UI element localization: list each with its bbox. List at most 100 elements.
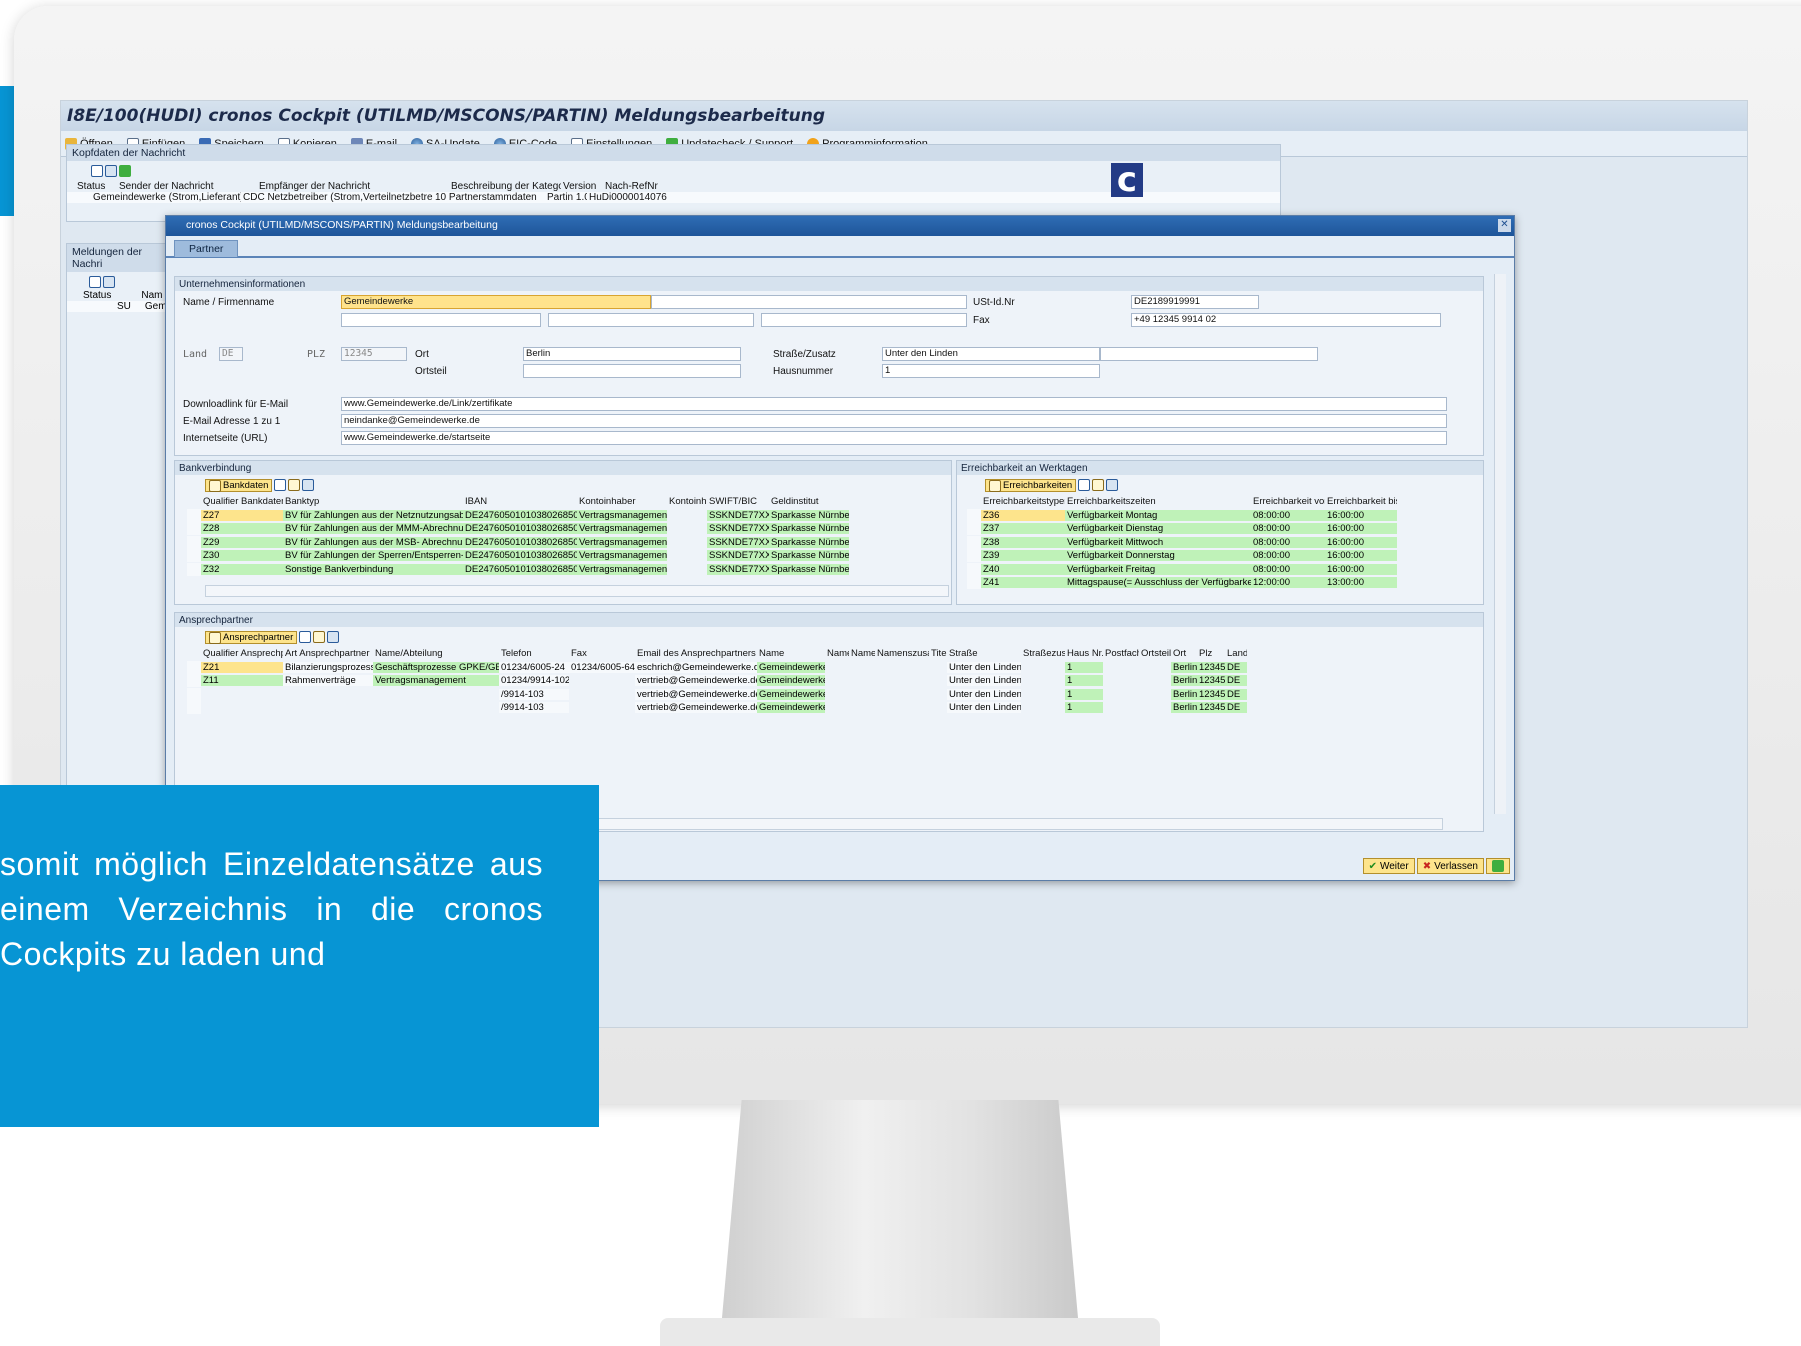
name-line-2[interactable] <box>341 313 541 327</box>
kopf-col-header: Empfänger der Nachricht <box>259 181 371 192</box>
bank-hscroll[interactable] <box>205 585 949 597</box>
table-cell: Z21 <box>201 661 283 673</box>
row-selector[interactable] <box>187 701 201 715</box>
callout-text: somit möglich Einzeldatensätze aus einem… <box>0 846 543 972</box>
table-row[interactable]: Z39 Verfügbarkeit Donnerstag 08:00:00 16:00… <box>967 549 1477 563</box>
name-input-2[interactable] <box>651 295 967 309</box>
row-selector[interactable] <box>967 535 981 549</box>
bank-table: Qualifier Bankdaten Banktyp IBAN Kontoinhab… <box>187 495 951 576</box>
col-header: Geldinstitut <box>771 496 819 508</box>
verlassen-button[interactable]: ✖ Verlassen <box>1416 858 1484 874</box>
bankdaten-button[interactable]: Bankdaten <box>205 479 273 492</box>
row-selector[interactable] <box>187 535 201 549</box>
col-header: Name/Abteilung <box>375 648 443 660</box>
name-input[interactable]: Gemeindewerke <box>341 295 651 309</box>
name-line-4[interactable] <box>761 313 967 327</box>
row-selector[interactable] <box>187 562 201 576</box>
name-line-3[interactable] <box>548 313 754 327</box>
ust-label: USt-Id.Nr <box>973 297 1015 308</box>
copy-icon[interactable] <box>288 479 301 491</box>
table-cell: 1 <box>1065 702 1103 714</box>
table-cell: Vertragsmanagement <box>577 563 667 575</box>
row-selector[interactable] <box>967 522 981 536</box>
edit-icon[interactable] <box>91 165 103 177</box>
table-cell: Sparkasse Nürnber <box>769 550 849 562</box>
edit-icon[interactable] <box>1078 479 1091 491</box>
plz-input[interactable]: 12345 <box>341 347 407 361</box>
email-input[interactable]: neindanke@Gemeindewerke.de <box>341 414 1447 428</box>
table-row[interactable]: Z11 Rahmenverträge Vertragsmanagement 01234… <box>187 674 1477 688</box>
row-selector[interactable] <box>967 549 981 563</box>
ort-input[interactable]: Berlin <box>523 347 741 361</box>
table-row[interactable]: Z27 BV für Zahlungen aus der Netznutzungs… <box>187 508 951 523</box>
delete-icon[interactable] <box>1106 479 1119 491</box>
table-cell: SSKNDE77XXX <box>707 563 769 575</box>
row-selector[interactable] <box>967 508 981 522</box>
row-name: Gem <box>144 301 167 312</box>
col-header: Banktyp <box>285 496 320 508</box>
table-cell: DE <box>1225 675 1247 687</box>
table-cell: Z30 <box>201 550 283 562</box>
row-selector[interactable] <box>187 687 201 701</box>
url-input[interactable]: www.Gemeindewerke.de/startseite <box>341 431 1447 445</box>
erreichbarkeiten-button[interactable]: Erreichbarkeiten <box>985 479 1077 492</box>
strasse-input[interactable]: Unter den Linden <box>882 347 1100 361</box>
table-row[interactable]: Z30 BV für Zahlungen der Sperren/Entsperr… <box>187 549 951 563</box>
person-icon <box>209 631 221 644</box>
refresh-icon[interactable] <box>119 165 131 177</box>
table-row[interactable]: Z40 Verfügbarkeit Freitag 08:00:00 16:00:00 <box>967 562 1477 577</box>
table-row[interactable]: Z36 Verfügbarkeit Montag 08:00:00 16:00:00 <box>967 508 1477 523</box>
table-cell: 08:00:00 <box>1251 563 1325 575</box>
hausnr-input[interactable]: 1 <box>882 364 1100 378</box>
table-row[interactable]: Z29 BV für Zahlungen aus der MSB- Abrechn… <box>187 535 951 550</box>
row-selector[interactable] <box>187 549 201 563</box>
table-cell: 12345 <box>1197 675 1225 687</box>
table-cell: Z32 <box>201 563 283 575</box>
edit-icon[interactable] <box>299 631 312 643</box>
delete-icon[interactable] <box>327 631 340 643</box>
table-row[interactable]: Z37 Verfügbarkeit Dienstag 08:00:00 16:00:0… <box>967 522 1477 536</box>
table-row[interactable]: Z41 Mittagspause(= Ausschluss der Verfügb… <box>967 576 1477 590</box>
table-row[interactable]: /9914-103 vertrieb@Gemeindewerke.de Gemein… <box>187 701 1477 715</box>
row-selector[interactable] <box>967 576 981 590</box>
kopfdaten-row[interactable]: Gemeindewerke (Strom,Lieferant) CDC Netzb… <box>67 192 1280 203</box>
table-row[interactable]: Z32 Sonstige Bankverbindung DE247605010103… <box>187 562 951 577</box>
table-cell: BV für Zahlungen der Sperren/Entsperren-… <box>283 550 463 562</box>
delete-icon[interactable] <box>103 276 115 288</box>
zusatz-input[interactable] <box>1100 347 1318 361</box>
ortsteil-input[interactable] <box>523 364 741 378</box>
delete-icon[interactable] <box>302 479 315 491</box>
delete-icon[interactable] <box>105 165 117 177</box>
table-cell: Gemeindewerke <box>757 688 825 700</box>
row-selector[interactable] <box>967 562 981 576</box>
land-input[interactable]: DE <box>219 347 243 361</box>
table-cell: SSKNDE77XXX <box>707 550 769 562</box>
weiter-button[interactable]: ✔ Weiter <box>1362 858 1415 874</box>
meldungen-row[interactable]: SU Gem <box>67 301 167 312</box>
dialog-vscroll[interactable] <box>1494 274 1506 814</box>
ansprech-hscroll[interactable] <box>535 818 1443 830</box>
table-row[interactable]: /9914-103 vertrieb@Gemeindewerke.de Gemein… <box>187 687 1477 702</box>
copy-icon[interactable] <box>1092 479 1105 491</box>
table-row[interactable]: Z38 Verfügbarkeit Mittwoch 08:00:00 16:00:0… <box>967 535 1477 550</box>
kopfdaten-header: Status Sender der Nachricht Empfänger der … <box>67 181 1280 192</box>
table-cell: /9914-103 <box>499 688 569 700</box>
close-icon[interactable]: ✕ <box>1498 219 1511 232</box>
copy-icon[interactable] <box>313 631 326 643</box>
table-row[interactable]: Z21 Bilanzierungsprozess Geschäftsprozesse… <box>187 660 1477 675</box>
edit-icon[interactable] <box>89 276 101 288</box>
tab-partner[interactable]: Partner <box>174 240 239 257</box>
row-selector[interactable] <box>187 508 201 522</box>
ust-input[interactable]: DE2189919991 <box>1131 295 1259 309</box>
download-input[interactable]: www.Gemeindewerke.de/Link/zertifikate <box>341 397 1447 411</box>
edit-icon[interactable] <box>274 479 287 491</box>
monitor-foot <box>660 1318 1160 1346</box>
table-row[interactable]: Z28 BV für Zahlungen aus der MMM-Abrechnu… <box>187 522 951 536</box>
table-cell: Geschäftsprozesse GPKE/GELI <box>373 661 499 673</box>
row-selector[interactable] <box>187 522 201 536</box>
fax-input[interactable]: +49 12345 9914 02 <box>1131 313 1441 327</box>
ansprechpartner-button[interactable]: Ansprechpartner <box>205 631 298 644</box>
row-selector[interactable] <box>187 674 201 688</box>
status-toggle[interactable] <box>1486 858 1510 874</box>
row-selector[interactable] <box>187 660 201 674</box>
